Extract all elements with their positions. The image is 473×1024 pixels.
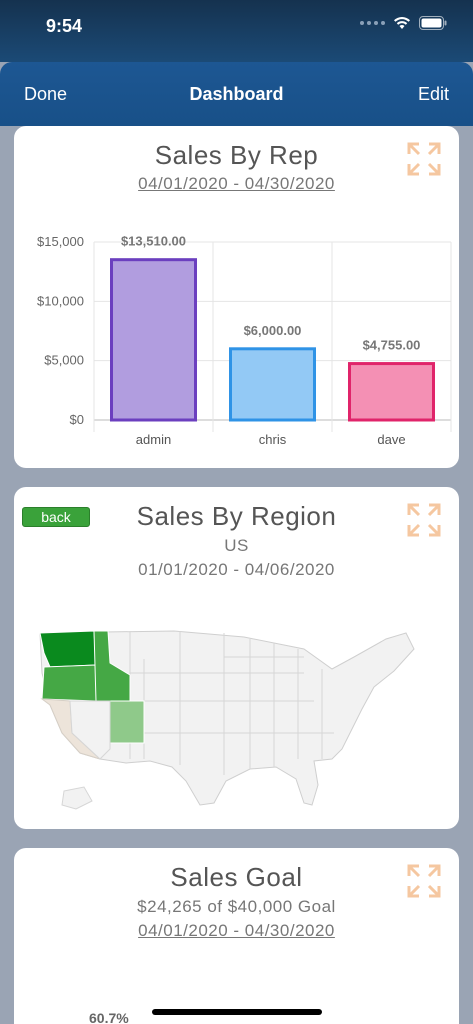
state-oregon — [41, 664, 97, 702]
bar — [229, 347, 316, 422]
goal-summary: $24,265 of $40,000 Goal — [137, 897, 336, 916]
y-tick-label: $15,000 — [37, 234, 84, 249]
date-range: 04/01/2020 - 04/30/2020 — [138, 174, 335, 193]
status-time: 9:54 — [46, 16, 83, 36]
bar-value-label: $6,000.00 — [244, 323, 302, 338]
x-tick-label: dave — [377, 432, 405, 447]
battery-icon — [419, 16, 447, 30]
state-utah — [109, 700, 145, 744]
region-label: US — [224, 536, 249, 555]
card-title: Sales By Rep — [154, 140, 319, 170]
x-tick-label: admin — [136, 432, 171, 447]
bar — [110, 258, 197, 422]
signal-icon — [360, 21, 385, 25]
date-range: 01/01/2020 - 04/06/2020 — [138, 560, 335, 579]
expand-icon[interactable] — [407, 142, 441, 176]
y-tick-label: $0 — [70, 412, 84, 427]
status-icons — [360, 16, 447, 30]
bar-value-label: $13,510.00 — [121, 234, 186, 249]
page-title: Dashboard — [189, 84, 284, 104]
date-range: 04/01/2020 - 04/30/2020 — [138, 921, 335, 940]
us-map[interactable] — [14, 609, 459, 829]
edit-button[interactable]: Edit — [418, 84, 449, 105]
card-title: Sales Goal — [170, 862, 303, 892]
status-bar: 9:54 — [0, 0, 473, 62]
card-title: Sales By Region — [136, 501, 337, 531]
navigation-bar: Done Dashboard Edit — [0, 62, 473, 126]
sales-by-rep-chart: $0 $5,000 $10,000 $15,000 $13,510.00 admin $6,… — [37, 234, 452, 447]
sales-by-region-card: back Sales By Region US 01/01/2020 - 04/… — [14, 487, 459, 829]
home-indicator[interactable] — [152, 1009, 322, 1015]
expand-icon[interactable] — [407, 864, 441, 898]
y-tick-label: $10,000 — [37, 293, 84, 308]
bar-value-label: $4,755.00 — [363, 338, 421, 353]
state-alaska — [61, 786, 93, 810]
x-tick-label: chris — [259, 432, 287, 447]
y-tick-label: $5,000 — [44, 353, 84, 368]
wifi-icon — [394, 17, 410, 29]
bar — [348, 362, 435, 422]
state-nevada — [69, 700, 111, 760]
expand-icon[interactable] — [407, 503, 441, 537]
state-washington — [39, 630, 97, 668]
sales-by-rep-card: Sales By Rep 04/01/2020 - 04/30/2020 $0 $… — [14, 126, 459, 468]
sales-goal-card: Sales Goal $24,265 of $40,000 Goal 04/01… — [14, 848, 459, 1024]
